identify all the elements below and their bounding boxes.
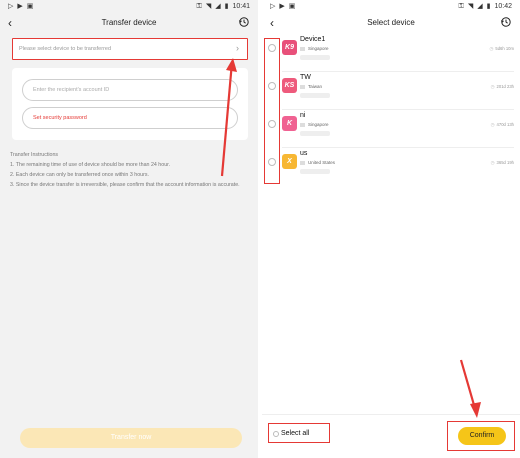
- device-region: United States: [308, 160, 336, 165]
- select-device-screen: ▷ ▶ ▣ ⚿ ◥ ◢ ▮ 10:42 ‹ Select device K9 D…: [262, 0, 520, 458]
- confirm-button[interactable]: Confirm: [458, 427, 506, 445]
- battery-icon: ▮: [224, 3, 229, 10]
- app-icon: ▶: [17, 3, 23, 10]
- redacted-info: [300, 131, 330, 136]
- bottom-action-bar: Select all Confirm: [262, 414, 520, 458]
- confirm-highlight-box: Confirm: [447, 421, 515, 451]
- device-logo: X: [282, 154, 297, 169]
- clock-icon: ◷: [489, 46, 494, 51]
- list-item[interactable]: K ni Singapore ◷ 470d 13h: [262, 110, 520, 148]
- remaining-time: ◷ 5d6h 10m: [489, 46, 514, 52]
- account-id-placeholder: Enter the recipient's account ID: [33, 87, 110, 93]
- chevron-right-icon: ›: [236, 43, 239, 53]
- instructions-heading: Transfer Instructions: [10, 152, 59, 158]
- account-id-input[interactable]: Enter the recipient's account ID: [22, 79, 238, 101]
- signal-icon: ◢: [477, 3, 483, 10]
- status-time: 10:42: [494, 3, 512, 10]
- select-all-radio[interactable]: [273, 431, 279, 437]
- wifi-icon: ◥: [205, 3, 212, 10]
- device-logo: K: [282, 116, 297, 131]
- device-logo: KS: [282, 78, 297, 93]
- list-item[interactable]: K9 Device1 Singapore ◷ 5d6h 10m: [262, 34, 520, 72]
- security-password-field[interactable]: Set security password: [22, 107, 238, 129]
- wifi-icon: ◥: [467, 3, 474, 10]
- security-password-label: Set security password: [33, 115, 87, 121]
- transfer-form-card: Enter the recipient's account ID Set sec…: [12, 68, 248, 140]
- remaining-time-value: 5d6h 10m: [495, 46, 514, 51]
- status-time: 10:41: [232, 3, 250, 10]
- device-select-placeholder: Please select device to be transferred: [19, 46, 112, 52]
- device-name: TW: [300, 74, 311, 81]
- device-region: Singapore: [308, 46, 329, 51]
- remaining-time-value: 201d 23h: [496, 84, 514, 89]
- instruction-item: 1. The remaining time of use of device s…: [10, 162, 171, 168]
- key-icon: ⚿: [196, 3, 202, 10]
- select-all-label: Select all: [281, 430, 310, 437]
- clock-icon: ◷: [490, 84, 495, 89]
- redacted-info: [300, 55, 330, 60]
- flag-icon: [300, 123, 305, 127]
- page-title: Transfer device: [101, 18, 157, 27]
- device-region: Singapore: [308, 122, 329, 127]
- history-icon[interactable]: [500, 16, 512, 28]
- select-all-toggle[interactable]: Select all: [268, 423, 330, 443]
- redacted-info: [300, 169, 330, 174]
- clock-icon: ◷: [490, 160, 495, 165]
- instruction-item: 3. Since the device transfer is irrevers…: [10, 182, 240, 188]
- device-name: Device1: [300, 36, 326, 43]
- remaining-time: ◷ 470d 13h: [491, 122, 514, 128]
- sim-icon: ▣: [26, 3, 34, 10]
- remaining-time: ◷ 201d 23h: [491, 84, 514, 90]
- list-item[interactable]: X us United States ◷ 365d 19h: [262, 148, 520, 186]
- sim-icon: ▣: [288, 3, 296, 10]
- redacted-info: [300, 93, 330, 98]
- clock-icon: ◷: [490, 122, 495, 127]
- remaining-time-value: 365d 19h: [496, 160, 514, 165]
- battery-icon: ▮: [486, 3, 491, 10]
- transfer-device-screen: ▷ ▶ ▣ ⚿ ◥ ◢ ▮ 10:41 ‹ Transfer device Pl…: [0, 0, 258, 458]
- remaining-time: ◷ 365d 19h: [491, 160, 514, 166]
- app-icon: ▶: [279, 3, 285, 10]
- list-item[interactable]: KS TW Taiwan ◷ 201d 23h: [262, 72, 520, 110]
- status-bar: ▷ ▶ ▣ ⚿ ◥ ◢ ▮ 10:42: [262, 0, 520, 14]
- device-select-field[interactable]: Please select device to be transferred ›: [12, 38, 248, 60]
- flag-icon: [300, 85, 305, 89]
- nav-bar: ‹ Select device: [262, 14, 520, 34]
- device-name: ni: [300, 112, 306, 119]
- device-region: Taiwan: [308, 84, 323, 89]
- status-bar: ▷ ▶ ▣ ⚿ ◥ ◢ ▮ 10:41: [0, 0, 258, 14]
- page-title: Select device: [367, 18, 415, 27]
- signal-icon: ◢: [215, 3, 221, 10]
- play-icon: ▷: [270, 3, 276, 10]
- play-icon: ▷: [8, 3, 14, 10]
- key-icon: ⚿: [458, 3, 464, 10]
- radio-highlight-box: [264, 38, 280, 184]
- flag-icon: [300, 161, 305, 165]
- transfer-now-button[interactable]: Transfer now: [20, 428, 242, 448]
- device-logo: K9: [282, 40, 297, 55]
- nav-bar: ‹ Transfer device: [0, 14, 258, 34]
- flag-icon: [300, 47, 305, 51]
- device-name: us: [300, 150, 308, 157]
- instruction-item: 2. Each device can only be transferred o…: [10, 172, 149, 178]
- remaining-time-value: 470d 13h: [496, 122, 514, 127]
- transfer-instructions: Transfer Instructions 1. The remaining t…: [10, 150, 250, 190]
- history-icon[interactable]: [238, 16, 250, 28]
